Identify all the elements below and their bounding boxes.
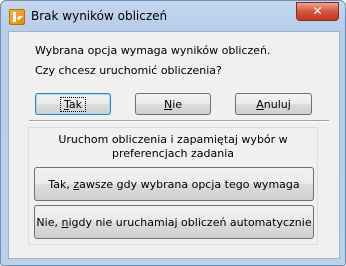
never-run-button-label: Nie, nigdy nie uruchamiaj obliczeń autom… (36, 215, 312, 229)
separator (29, 120, 329, 122)
no-button-label: Nie (163, 97, 183, 111)
always-run-button-label: Tak, zawsze gdy wybrana opcja tego wymag… (48, 177, 300, 191)
title-bar[interactable]: Brak wyników obliczeń ✕ (1, 1, 345, 31)
message-line-1: Wybrana opcja wymaga wyników obliczeń. (35, 44, 271, 57)
remember-choice-title: Uruchom obliczenia i zapamiętaj wybór w … (58, 133, 288, 160)
message-line-2: Czy chcesz uruchomić obliczenia? (35, 64, 222, 77)
cancel-button-label: Anuluj (256, 97, 291, 111)
dialog-window: Brak wyników obliczeń ✕ Wybrana opcja wy… (0, 0, 346, 266)
never-run-button[interactable]: Nie, nigdy nie uruchamiaj obliczeń autom… (34, 205, 314, 239)
cancel-button[interactable]: Anuluj (235, 93, 312, 115)
close-button[interactable]: ✕ (296, 2, 339, 21)
app-logo-icon (9, 9, 25, 25)
yes-button-label: Tak (59, 96, 87, 112)
close-icon: ✕ (312, 4, 323, 18)
always-run-button[interactable]: Tak, zawsze gdy wybrana opcja tego wymag… (34, 167, 314, 201)
no-button[interactable]: Nie (135, 93, 211, 115)
yes-button[interactable]: Tak (35, 93, 111, 115)
window-title: Brak wyników obliczeń (31, 9, 168, 23)
